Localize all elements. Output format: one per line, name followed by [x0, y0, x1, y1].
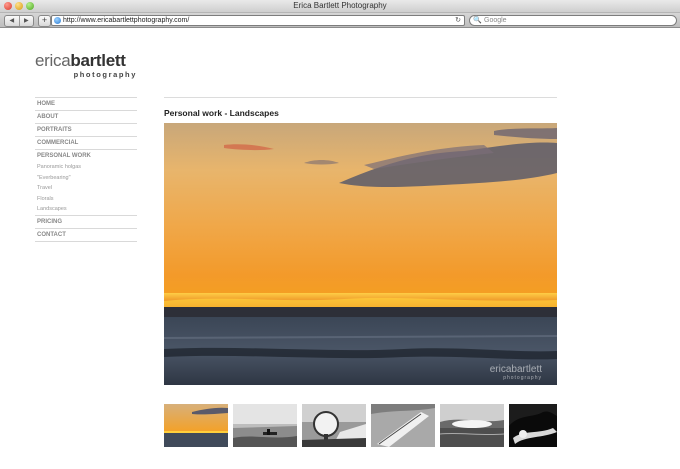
nav-portraits[interactable]: PORTRAITS — [35, 123, 137, 136]
nav-pricing[interactable]: PRICING — [35, 214, 137, 228]
thumbnail-5[interactable] — [440, 404, 504, 447]
history-buttons: ◀ ▶ — [4, 15, 34, 27]
photo-watermark-tagline: photography — [503, 375, 542, 381]
logo-last-name: bartlett — [70, 51, 126, 70]
browser-toolbar: ◀ ▶ + http://www.ericabartlettphotograph… — [0, 13, 680, 28]
site-nav: HOME ABOUT PORTRAITS COMMERCIAL PERSONAL… — [35, 97, 137, 242]
nav-sub-landscapes[interactable]: Landscapes — [35, 204, 137, 215]
thumbnail-4[interactable] — [371, 404, 435, 447]
thumbnail-strip — [164, 404, 557, 447]
thumbnail-3[interactable] — [302, 404, 366, 447]
nav-sub-panoramic-holgas[interactable]: Panoramic holgas — [35, 162, 137, 173]
nav-commercial[interactable]: COMMERCIAL — [35, 136, 137, 149]
window-title: Erica Bartlett Photography — [293, 1, 387, 10]
nav-sub-travel[interactable]: Travel — [35, 183, 137, 194]
logo-name: ericabartlett — [35, 52, 137, 69]
photo-watermark: ericabartlett — [490, 364, 542, 375]
search-field[interactable]: 🔍 Google — [469, 15, 677, 26]
main-photo[interactable]: ericabartlett photography — [164, 123, 557, 385]
content-divider — [164, 97, 557, 98]
thumbnail-6[interactable] — [509, 404, 557, 447]
nav-contact[interactable]: CONTACT — [35, 227, 137, 242]
sunset-photo: ericabartlett photography — [164, 123, 557, 385]
address-bar[interactable]: http://www.ericabartlettphotography.com/… — [51, 15, 465, 26]
thumbnail-2[interactable] — [233, 404, 297, 447]
back-arrow-icon[interactable]: ◀ — [5, 16, 20, 26]
site-logo[interactable]: ericabartlett photography — [35, 52, 137, 79]
add-bookmark-button[interactable]: + — [38, 15, 51, 27]
logo-first-name: erica — [35, 51, 71, 70]
logo-tagline: photography — [73, 70, 137, 79]
search-icon: 🔍 — [473, 17, 482, 24]
forward-arrow-icon[interactable]: ▶ — [20, 16, 34, 26]
nav-personal-work[interactable]: PERSONAL WORK — [35, 149, 137, 162]
search-placeholder: Google — [484, 17, 507, 24]
window-titlebar: Erica Bartlett Photography — [0, 0, 680, 13]
address-url[interactable]: http://www.ericabartlettphotography.com/ — [63, 16, 189, 25]
reload-icon[interactable]: ↻ — [455, 16, 461, 25]
nav-sub-everbearing[interactable]: "Everbearing" — [35, 173, 137, 184]
thumbnail-1[interactable] — [164, 404, 228, 447]
site-globe-icon — [54, 17, 61, 24]
gallery-heading: Personal work - Landscapes — [164, 108, 279, 118]
nav-home[interactable]: HOME — [35, 97, 137, 110]
nav-sub-florals[interactable]: Florals — [35, 194, 137, 205]
nav-about[interactable]: ABOUT — [35, 110, 137, 123]
